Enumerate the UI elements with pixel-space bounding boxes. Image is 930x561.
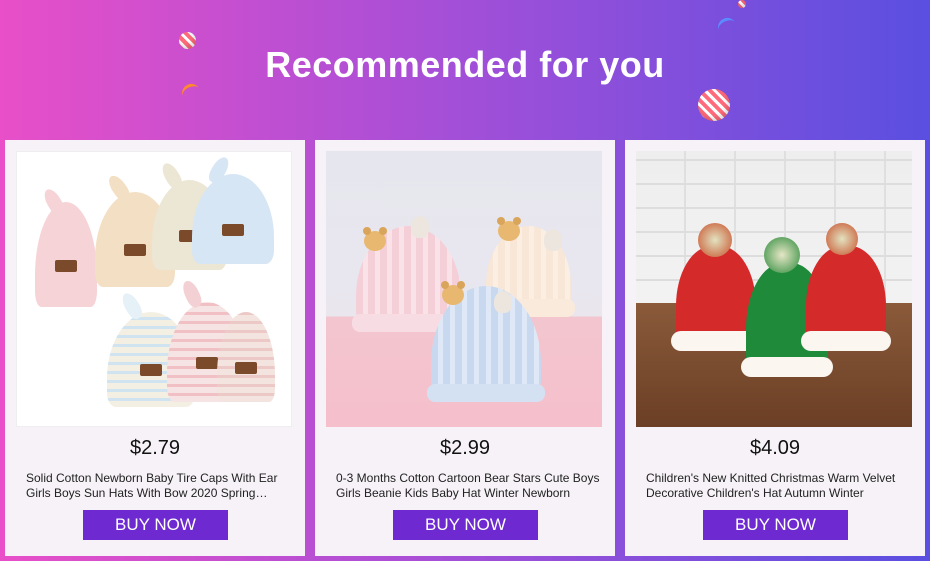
buy-now-button[interactable]: BUY NOW	[83, 510, 228, 540]
buy-now-button[interactable]: BUY NOW	[703, 510, 848, 540]
product-card[interactable]: $4.09 Children's New Knitted Christmas W…	[625, 140, 925, 556]
banner-title: Recommended for you	[265, 44, 665, 85]
product-card[interactable]: $2.79 Solid Cotton Newborn Baby Tire Cap…	[5, 140, 305, 556]
product-image[interactable]	[16, 151, 292, 427]
product-grid: $2.79 Solid Cotton Newborn Baby Tire Cap…	[5, 140, 927, 558]
product-price: $2.99	[439, 437, 491, 459]
product-price: $4.09	[749, 437, 801, 459]
product-card[interactable]: $2.99 0-3 Months Cotton Cartoon Bear Sta…	[315, 140, 615, 556]
streamer-decoration	[715, 14, 739, 39]
product-price: $2.79	[129, 437, 181, 459]
product-title[interactable]: Solid Cotton Newborn Baby Tire Caps With…	[26, 471, 291, 501]
product-image[interactable]	[636, 151, 912, 427]
buy-now-button[interactable]: BUY NOW	[393, 510, 538, 540]
ornament-ball-decoration	[738, 0, 746, 8]
product-title[interactable]: Children's New Knitted Christmas Warm Ve…	[646, 471, 911, 501]
product-title[interactable]: 0-3 Months Cotton Cartoon Bear Stars Cut…	[336, 471, 601, 501]
ornament-ball-decoration	[698, 89, 730, 121]
product-image[interactable]	[326, 151, 602, 427]
